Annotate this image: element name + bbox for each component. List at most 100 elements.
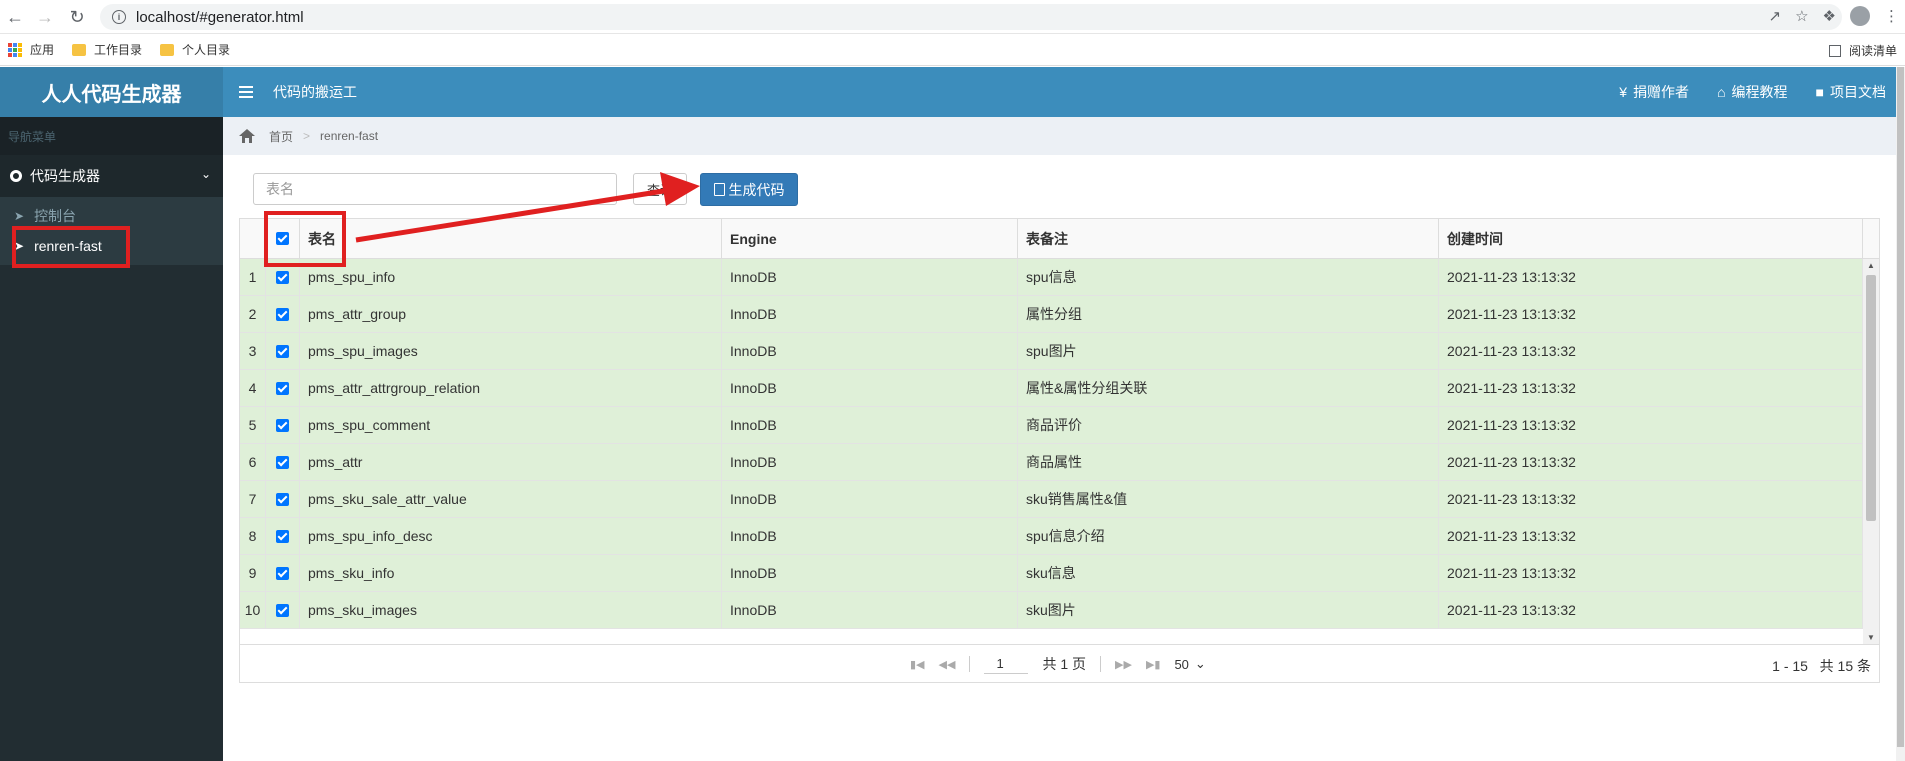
row-checkbox[interactable] [266, 555, 300, 591]
pager-separator [1100, 656, 1102, 672]
row-checkbox[interactable] [266, 592, 300, 628]
row-number: 8 [240, 518, 266, 554]
cell-comment: sku销售属性&值 [1018, 481, 1439, 517]
row-checkbox[interactable] [266, 407, 300, 443]
table-row[interactable]: 6 pms_attr InnoDB 商品属性 2021-11-23 13:13:32 [240, 444, 1863, 481]
pager-range: 1 - 15 [1772, 658, 1808, 674]
site-info-icon[interactable]: i [112, 10, 126, 24]
address-bar[interactable]: i localhost/#generator.html [100, 4, 1842, 30]
reading-list-icon [1828, 44, 1841, 57]
cell-table-name: pms_spu_info [300, 259, 722, 295]
cell-created: 2021-11-23 13:13:32 [1439, 407, 1863, 443]
extensions-icon[interactable]: ❖ [1823, 7, 1836, 25]
apps-grid-icon [8, 42, 22, 57]
row-number: 2 [240, 296, 266, 332]
sidebar-group-code-generator[interactable]: 代码生成器 ⌄ [0, 155, 223, 197]
table-row[interactable]: 9 pms_sku_info InnoDB sku信息 2021-11-23 13:13… [240, 555, 1863, 592]
page-number-input[interactable]: 1 [984, 654, 1029, 674]
column-header-created[interactable]: 创建时间 [1439, 219, 1863, 258]
table-row[interactable]: 5 pms_spu_comment InnoDB 商品评价 2021-11-23 13:… [240, 407, 1863, 444]
cell-table-name: pms_spu_comment [300, 407, 722, 443]
row-checkbox[interactable] [266, 481, 300, 517]
table-row[interactable]: 1 pms_spu_info InnoDB spu信息 2021-11-23 13:13… [240, 259, 1863, 296]
row-number: 5 [240, 407, 266, 443]
column-header-name[interactable]: 表名 [300, 219, 722, 258]
checkbox-checked-icon [276, 418, 289, 432]
row-number: 3 [240, 333, 266, 369]
table-scrollbar[interactable]: ▲ ▼ [1863, 259, 1879, 644]
profile-avatar-icon[interactable] [1850, 6, 1870, 26]
home-icon: ⌂ [1717, 84, 1726, 100]
pager-info: 1 - 15 共 15 条 [1772, 656, 1871, 676]
table-row[interactable]: 8 pms_spu_info_desc InnoDB spu信息介绍 2021-11-2… [240, 518, 1863, 555]
row-checkbox[interactable] [266, 518, 300, 554]
table-name-input[interactable]: 表名 [253, 173, 617, 205]
hamburger-menu-icon[interactable] [239, 86, 253, 98]
breadcrumb-separator: > [303, 129, 311, 143]
chevron-down-icon: ⌄ [1194, 656, 1206, 671]
cell-comment: spu图片 [1018, 333, 1439, 369]
bookmark-label: 应用 [30, 43, 55, 57]
header-link-label: 编程教程 [1731, 84, 1788, 100]
cell-comment: 商品评价 [1018, 407, 1439, 443]
table-header: 表名 Engine 表备注 创建时间 [240, 219, 1879, 259]
row-number: 1 [240, 259, 266, 295]
row-checkbox[interactable] [266, 370, 300, 406]
bookmark-work-folder[interactable]: 工作目录 [72, 41, 142, 58]
generate-code-button[interactable]: 生成代码 [700, 173, 798, 206]
bookmark-personal-folder[interactable]: 个人目录 [160, 41, 230, 58]
column-header-engine[interactable]: Engine [722, 219, 1018, 258]
page-scrollbar-thumb[interactable] [1897, 67, 1904, 747]
table-row[interactable]: 3 pms_spu_images InnoDB spu图片 2021-11-23 13:… [240, 333, 1863, 370]
breadcrumb-home[interactable]: 首页 [269, 128, 293, 145]
pager-controls: ▮◀ ◀◀ 1 共 1 页 ▶▶ ▶▮ 50 ⌄ [910, 654, 1206, 674]
table-row[interactable]: 2 pms_attr_group InnoDB 属性分组 2021-11-23 13:1… [240, 296, 1863, 333]
page-scrollbar[interactable] [1896, 67, 1905, 761]
sidebar-item-label: 控制台 [34, 208, 77, 224]
checkbox-checked-icon [276, 344, 289, 358]
forward-arrow-icon[interactable]: → [34, 6, 56, 28]
next-page-icon[interactable]: ▶▶ [1115, 658, 1132, 671]
last-page-icon[interactable]: ▶▮ [1146, 658, 1161, 671]
header-link-docs[interactable]: ■ 项目文档 [1816, 82, 1886, 102]
row-checkbox[interactable] [266, 333, 300, 369]
scrollbar-thumb[interactable] [1866, 275, 1876, 521]
generate-code-label: 生成代码 [728, 181, 785, 198]
app-logo[interactable]: 人人代码生成器 [0, 67, 223, 117]
sidebar-group-label: 代码生成器 [30, 168, 100, 184]
first-page-icon[interactable]: ▮◀ [910, 658, 925, 671]
cell-comment: 属性分组 [1018, 296, 1439, 332]
table-row[interactable]: 7 pms_sku_sale_attr_value InnoDB sku销售属性&值 2… [240, 481, 1863, 518]
cell-created: 2021-11-23 13:13:32 [1439, 444, 1863, 480]
document-icon [713, 183, 725, 196]
home-icon[interactable] [239, 129, 255, 143]
back-arrow-icon[interactable]: ← [4, 6, 26, 28]
row-checkbox[interactable] [266, 296, 300, 332]
gear-icon [10, 170, 22, 182]
header-link-tutorial[interactable]: ⌂ 编程教程 [1717, 82, 1787, 102]
row-checkbox[interactable] [266, 444, 300, 480]
reading-list[interactable]: 阅读清单 [1828, 42, 1897, 59]
query-button[interactable]: 查询 [633, 173, 687, 205]
share-icon[interactable]: ↗ [1769, 7, 1782, 25]
scroll-down-icon[interactable]: ▼ [1867, 633, 1875, 642]
reload-icon[interactable]: ↻ [66, 6, 88, 28]
header-title: 代码的搬运工 [273, 84, 357, 100]
scroll-up-icon[interactable]: ▲ [1867, 261, 1875, 270]
cell-engine: InnoDB [722, 333, 1018, 369]
header-link-donate[interactable]: ¥ 捐赠作者 [1619, 82, 1689, 102]
rocket-icon: ➤ [14, 209, 25, 223]
star-icon[interactable]: ☆ [1795, 7, 1808, 25]
menu-kebab-icon[interactable]: ⋮ [1884, 7, 1899, 25]
table-row[interactable]: 4 pms_attr_attrgroup_relation InnoDB 属性&属性分… [240, 370, 1863, 407]
sidebar: 导航菜单 代码生成器 ⌄ ➤ 控制台 ➤ renren-fast [0, 117, 223, 761]
column-header-comment[interactable]: 表备注 [1018, 219, 1439, 258]
search-row: 表名 查询 [253, 173, 687, 205]
prev-page-icon[interactable]: ◀◀ [939, 658, 956, 671]
cell-table-name: pms_sku_info [300, 555, 722, 591]
cell-comment: spu信息 [1018, 259, 1439, 295]
table-row[interactable]: 10 pms_sku_images InnoDB sku图片 2021-11-23 13… [240, 592, 1863, 629]
breadcrumb: 首页 > renren-fast [223, 117, 1896, 155]
page-size-select[interactable]: 50 ⌄ [1174, 656, 1205, 672]
bookmark-apps[interactable]: 应用 [8, 41, 54, 58]
